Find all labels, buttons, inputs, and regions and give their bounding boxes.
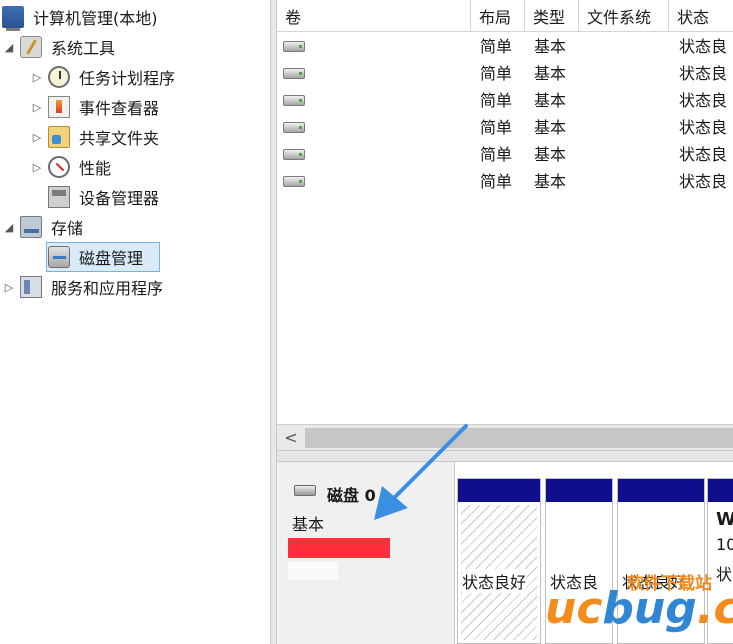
- cell-type: 基本: [534, 118, 567, 137]
- cell-layout: 简单: [480, 64, 513, 83]
- partition-bar: [708, 479, 733, 502]
- shared-folder-icon: [48, 126, 70, 148]
- drive-icon: [283, 149, 305, 160]
- partition-bar: [546, 479, 612, 502]
- cell-status: 状态良: [679, 64, 728, 83]
- tree-item-label: 事件查看器: [79, 99, 160, 118]
- drive-icon: [283, 176, 305, 187]
- cell-layout: 简单: [480, 172, 513, 191]
- tree-item-disk-management[interactable]: 磁盘管理: [30, 244, 146, 270]
- tree-item-label: 共享文件夹: [79, 129, 160, 148]
- partition-status: 状态良好: [462, 569, 527, 593]
- partition-letter: W: [716, 509, 733, 530]
- cell-layout: 简单: [480, 118, 513, 137]
- disk-type: 基本: [292, 515, 325, 534]
- redaction-mark: [288, 538, 390, 558]
- disk-management-icon: [48, 246, 70, 268]
- column-header-filesystem[interactable]: 文件系统: [579, 0, 669, 32]
- cell-status: 状态良: [679, 145, 728, 164]
- column-header-layout[interactable]: 布局: [471, 0, 525, 32]
- horizontal-scrollbar[interactable]: <: [277, 424, 733, 450]
- watermark-logo: ucbug.cc: [545, 583, 733, 634]
- table-row[interactable]: 简单 基本 状态良: [277, 168, 733, 195]
- tree-item-shared-folders[interactable]: ▷ 共享文件夹: [30, 124, 162, 150]
- cell-status: 状态良: [679, 118, 728, 137]
- tree-item-label: 系统工具: [51, 39, 116, 58]
- cell-type: 基本: [534, 37, 567, 56]
- tree-item-device-manager[interactable]: 设备管理器: [30, 184, 162, 210]
- scroll-left-icon[interactable]: <: [281, 426, 301, 450]
- tree-item-label: 存储: [51, 219, 84, 238]
- partition-bar: [618, 479, 704, 502]
- drive-icon: [283, 95, 305, 106]
- cell-status: 状态良: [679, 91, 728, 110]
- table-row[interactable]: 简单 基本 状态良: [277, 114, 733, 141]
- collapse-arrow-icon[interactable]: ◢: [2, 221, 16, 234]
- tree-item-label: 磁盘管理: [79, 249, 144, 268]
- computer-icon: [2, 6, 24, 31]
- table-row[interactable]: 简单 基本 状态良: [277, 33, 733, 60]
- event-viewer-icon: [48, 96, 70, 118]
- cell-status: 状态良: [679, 37, 728, 56]
- column-header-status[interactable]: 状态: [669, 0, 733, 32]
- tree-item-storage[interactable]: ◢ 存储: [2, 214, 86, 240]
- tree-root-label: 计算机管理(本地): [33, 9, 158, 28]
- expand-arrow-icon[interactable]: ▷: [30, 161, 44, 174]
- tree-item-event-viewer[interactable]: ▷ 事件查看器: [30, 94, 162, 120]
- cell-type: 基本: [534, 91, 567, 110]
- pane-splitter[interactable]: [270, 0, 277, 644]
- drive-icon: [283, 122, 305, 133]
- table-row[interactable]: 简单 基本 状态良: [277, 87, 733, 114]
- tree-item-services-apps[interactable]: ▷ 服务和应用程序: [2, 274, 166, 300]
- partition-size: 10: [716, 535, 733, 554]
- column-header-volume[interactable]: 卷: [277, 0, 471, 32]
- expand-arrow-icon[interactable]: ▷: [30, 101, 44, 114]
- tree-item-performance[interactable]: ▷ 性能: [30, 154, 114, 180]
- table-row[interactable]: 简单 基本 状态良: [277, 141, 733, 168]
- tree-root-computer-management[interactable]: 计算机管理(本地): [2, 4, 161, 31]
- horizontal-splitter[interactable]: [277, 450, 733, 462]
- performance-icon: [48, 156, 70, 178]
- tree-item-label: 设备管理器: [79, 189, 160, 208]
- cell-status: 状态良: [679, 172, 728, 191]
- annotation-arrow-icon: [374, 424, 468, 520]
- column-header-type[interactable]: 类型: [525, 0, 579, 32]
- volume-list: 卷 布局 类型 文件系统 状态 简单 基本 状态良 简单 基本 状态良 简单 基本 状态良 简单基…: [277, 0, 733, 450]
- expand-arrow-icon[interactable]: ▷: [30, 71, 44, 84]
- tree-item-system-tools[interactable]: ◢ 系统工具: [2, 34, 118, 60]
- cell-layout: 简单: [480, 145, 513, 164]
- cell-type: 基本: [534, 64, 567, 83]
- cell-layout: 简单: [480, 91, 513, 110]
- cell-type: 基本: [534, 172, 567, 191]
- collapse-arrow-icon[interactable]: ◢: [2, 41, 16, 54]
- tree-item-label: 性能: [79, 159, 112, 178]
- services-icon: [20, 276, 42, 298]
- clock-icon: [48, 66, 70, 88]
- expand-arrow-icon[interactable]: ▷: [2, 281, 16, 294]
- drive-icon: [283, 68, 305, 79]
- blurred-text: [288, 562, 338, 580]
- drive-icon: [283, 41, 305, 52]
- navigation-tree: 计算机管理(本地) ◢ 系统工具 ▷ 任务计划程序 ▷ 事件查看器 ▷ 共享文件…: [0, 0, 270, 644]
- disk-icon: [294, 485, 316, 496]
- device-manager-icon: [48, 186, 70, 208]
- expand-arrow-icon[interactable]: ▷: [30, 131, 44, 144]
- table-row[interactable]: 简单 基本 状态良: [277, 60, 733, 87]
- cell-type: 基本: [534, 145, 567, 164]
- tree-item-label: 服务和应用程序: [51, 279, 164, 298]
- tree-item-label: 任务计划程序: [79, 69, 176, 88]
- tools-icon: [20, 36, 42, 58]
- watermark: 软件下载站 ucbug.cc: [545, 565, 733, 644]
- tree-item-task-scheduler[interactable]: ▷ 任务计划程序: [30, 64, 178, 90]
- cell-layout: 简单: [480, 37, 513, 56]
- storage-icon: [20, 216, 42, 238]
